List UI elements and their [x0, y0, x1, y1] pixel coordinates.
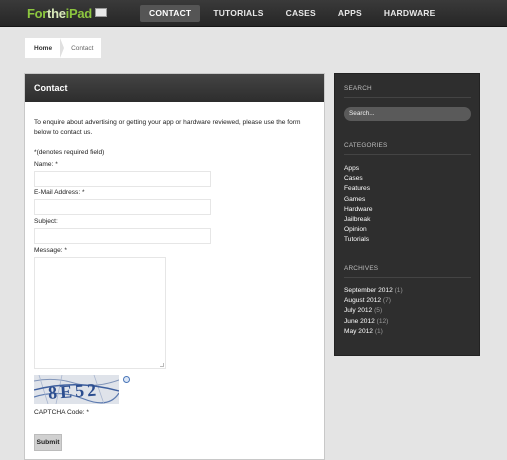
archive-month[interactable]: July 2012 — [344, 307, 372, 314]
captcha-code: 8E52 — [47, 379, 99, 403]
captcha-label: CAPTCHA Code: * — [34, 409, 89, 416]
archive-item[interactable]: September 2012 (1) — [344, 286, 403, 296]
archive-count: (12) — [376, 317, 389, 325]
email-label: E-Mail Address: * — [34, 189, 85, 196]
archive-month[interactable]: May 2012 — [344, 328, 373, 335]
archive-month[interactable]: August 2012 — [344, 297, 381, 304]
nav-item-hardware[interactable]: HARDWARE — [375, 5, 445, 22]
breadcrumb-home-link[interactable]: Home — [25, 45, 52, 52]
site-logo[interactable]: FortheiPad — [27, 6, 107, 21]
category-link[interactable]: Apps — [344, 164, 373, 174]
intro-text: To enquire about advertising or getting … — [34, 119, 301, 136]
category-link[interactable]: Tutorials — [344, 235, 373, 245]
search-input[interactable]: Search... — [344, 107, 471, 121]
category-link[interactable]: Cases — [344, 174, 373, 184]
message-textarea[interactable] — [34, 257, 166, 369]
archive-count: (5) — [374, 307, 383, 315]
sidebar: SEARCH Search... CATEGORIES Apps Cases F… — [334, 73, 480, 356]
breadcrumb-separator-icon — [60, 38, 65, 58]
top-navigation-bar: FortheiPad CONTACT TUTORIALS CASES APPS … — [0, 0, 507, 27]
archive-count: (7) — [382, 297, 391, 305]
required-note: *(denotes required field) — [34, 149, 105, 156]
captcha-image: 8E52 — [34, 375, 119, 404]
sidebar-divider — [344, 154, 471, 155]
archive-count: (1) — [394, 287, 403, 294]
category-link[interactable]: Games — [344, 195, 373, 205]
breadcrumb: Home Contact — [25, 38, 101, 58]
nav-item-apps[interactable]: APPS — [329, 5, 371, 22]
name-field[interactable] — [34, 171, 211, 187]
archive-item[interactable]: July 2012 (5) — [344, 306, 403, 316]
archives-heading: ARCHIVES — [344, 265, 379, 272]
nav-item-cases[interactable]: CASES — [277, 5, 325, 22]
category-link[interactable]: Hardware — [344, 205, 373, 215]
captcha-refresh-icon[interactable] — [123, 376, 130, 383]
contact-panel: Contact To enquire about advertising or … — [24, 73, 325, 460]
nav-item-contact[interactable]: CONTACT — [140, 5, 201, 22]
name-label: Name: * — [34, 161, 58, 168]
sidebar-divider — [344, 97, 471, 98]
email-field[interactable] — [34, 199, 211, 215]
resize-grip-icon[interactable] — [160, 363, 164, 367]
sidebar-divider — [344, 277, 471, 278]
submit-button[interactable]: Submit — [34, 434, 62, 451]
subject-label: Subject: — [34, 218, 58, 225]
logo-text-ipad: iPad — [65, 6, 93, 21]
archive-month[interactable]: June 2012 — [344, 318, 375, 325]
category-link[interactable]: Jailbreak — [344, 215, 373, 225]
categories-list: Apps Cases Features Games Hardware Jailb… — [344, 164, 373, 246]
subject-field[interactable] — [34, 228, 211, 244]
nav-item-tutorials[interactable]: TUTORIALS — [204, 5, 272, 22]
archive-month[interactable]: September 2012 — [344, 287, 393, 294]
archive-item[interactable]: June 2012 (12) — [344, 317, 403, 327]
page-title: Contact — [25, 74, 324, 102]
captcha-noise-graphic: 8E52 — [34, 375, 119, 404]
ipad-icon — [94, 8, 107, 17]
category-link[interactable]: Opinion — [344, 225, 373, 235]
search-heading: SEARCH — [344, 85, 372, 92]
logo-text-for: For — [27, 6, 48, 21]
message-label: Message: * — [34, 247, 67, 254]
archive-item[interactable]: August 2012 (7) — [344, 296, 403, 306]
archive-item[interactable]: May 2012 (1) — [344, 327, 403, 337]
main-nav: CONTACT TUTORIALS CASES APPS HARDWARE — [140, 5, 449, 22]
breadcrumb-current: Contact — [71, 44, 94, 52]
categories-heading: CATEGORIES — [344, 142, 388, 149]
category-link[interactable]: Features — [344, 184, 373, 194]
logo-text-the: the — [47, 6, 66, 21]
archives-list: September 2012 (1) August 2012 (7) July … — [344, 286, 403, 337]
archive-count: (1) — [374, 327, 383, 335]
